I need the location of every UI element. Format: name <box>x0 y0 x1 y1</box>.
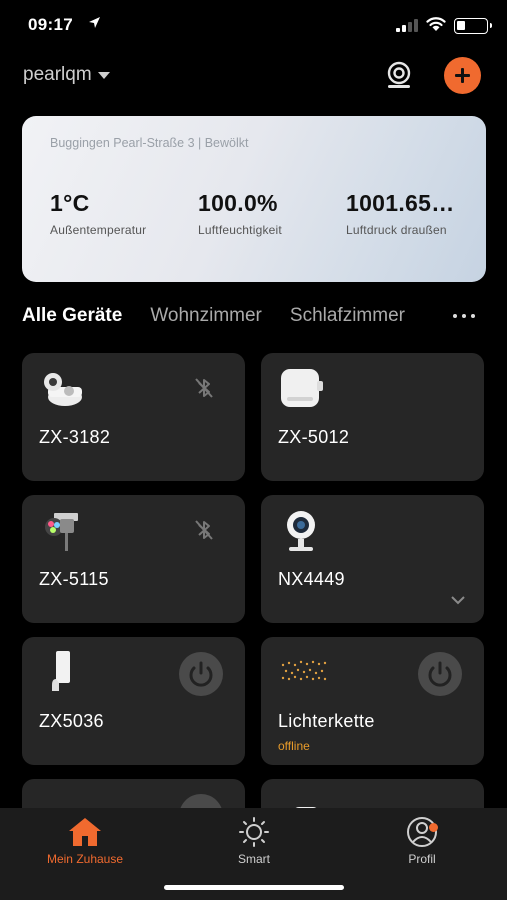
home-selector[interactable]: pearlqm <box>23 64 110 86</box>
device-card[interactable]: ZX-3182 <box>22 353 245 481</box>
device-name: ZX-3182 <box>39 427 111 447</box>
plug-icon <box>281 369 323 407</box>
home-icon <box>69 818 101 846</box>
profile-icon <box>407 817 437 847</box>
more-rooms-button[interactable] <box>450 311 480 321</box>
device-icon <box>295 807 317 808</box>
signal-icon <box>396 19 418 32</box>
chevron-down-icon[interactable] <box>450 595 466 605</box>
air-pressure: 1001.65… Luftdruck draußen <box>346 190 466 237</box>
nav-my-home[interactable]: Mein Zuhause <box>20 816 150 866</box>
device-name: NX4449 <box>278 569 345 589</box>
nav-label: Smart <box>237 852 270 866</box>
stat-value: 1°C <box>50 190 90 216</box>
power-icon <box>428 661 452 687</box>
device-card[interactable]: NX4449 <box>261 495 484 623</box>
bluetooth-off-icon <box>195 378 213 398</box>
status-bar: 09:17 <box>0 0 507 50</box>
device-card[interactable] <box>261 779 484 808</box>
stat-label: Luftfeuchtigkeit <box>198 223 282 237</box>
bluetooth-off-icon <box>195 520 213 540</box>
power-icon <box>189 661 213 687</box>
nav-smart[interactable]: Smart <box>189 816 319 866</box>
location-arrow-icon <box>89 17 100 28</box>
home-indicator <box>164 885 344 890</box>
tab-all-devices[interactable]: Alle Geräte <box>22 305 122 327</box>
dot <box>462 314 466 318</box>
webcam-icon <box>287 511 315 551</box>
status-time: 09:17 <box>28 15 73 34</box>
device-name: ZX-5012 <box>278 427 350 447</box>
add-device-button[interactable] <box>444 57 481 94</box>
home-name: pearlqm <box>23 64 92 85</box>
battery-icon <box>454 18 492 34</box>
device-name: ZX-5115 <box>39 569 109 589</box>
spotlight-icon <box>45 513 78 551</box>
fairy-lights-icon <box>40 793 90 808</box>
stat-label: Außentemperatur <box>50 223 147 237</box>
room-tabs: Alle Geräte Wohnzimmer Schlafzimmer <box>22 305 462 335</box>
device-card[interactable]: ZX5036 <box>22 637 245 765</box>
power-button[interactable] <box>179 652 223 696</box>
notification-badge <box>429 823 438 832</box>
outdoor-temperature: 1°C Außentemperatur <box>50 190 180 237</box>
tab-bedroom[interactable]: Schlafzimmer <box>290 305 405 327</box>
power-button[interactable] <box>418 652 462 696</box>
weather-card[interactable]: Buggingen Pearl-Straße 3 | Bewölkt 1°C A… <box>22 116 486 282</box>
nav-label: Profil <box>408 852 436 866</box>
dot <box>471 314 475 318</box>
stat-label: Luftdruck draußen <box>346 223 447 237</box>
humidity: 100.0% Luftfeuchtigkeit <box>198 190 328 237</box>
nav-label: Mein Zuhause <box>46 852 124 866</box>
tab-living-room[interactable]: Wohnzimmer <box>150 305 262 327</box>
nav-profile[interactable]: Profil <box>357 816 487 866</box>
device-name: ZX5036 <box>39 711 104 731</box>
device-card[interactable]: ZX-5012 <box>261 353 484 481</box>
stat-value: 100.0% <box>198 190 278 216</box>
stat-value: 1001.65… <box>346 190 455 216</box>
fairy-lights-icon <box>281 660 327 681</box>
device-grid: ZX-3182 ZX-5012 ZX-5115 NX4449 ZX5036 Li… <box>22 353 486 808</box>
earbuds-icon <box>44 373 82 406</box>
sun-icon <box>239 817 269 847</box>
device-card[interactable] <box>22 779 245 808</box>
dot <box>453 314 457 318</box>
power-button[interactable] <box>179 794 223 808</box>
weather-location: Buggingen Pearl-Straße 3 | Bewölkt <box>50 136 249 150</box>
hook-sensor-icon <box>52 651 70 691</box>
device-card[interactable]: Lichterkette offline <box>261 637 484 765</box>
device-status: offline <box>278 739 310 753</box>
chevron-down-icon <box>97 71 110 79</box>
device-name: Lichterkette <box>278 711 375 731</box>
device-card[interactable]: ZX-5115 <box>22 495 245 623</box>
camera-icon[interactable] <box>384 60 414 90</box>
wifi-icon <box>426 17 446 31</box>
